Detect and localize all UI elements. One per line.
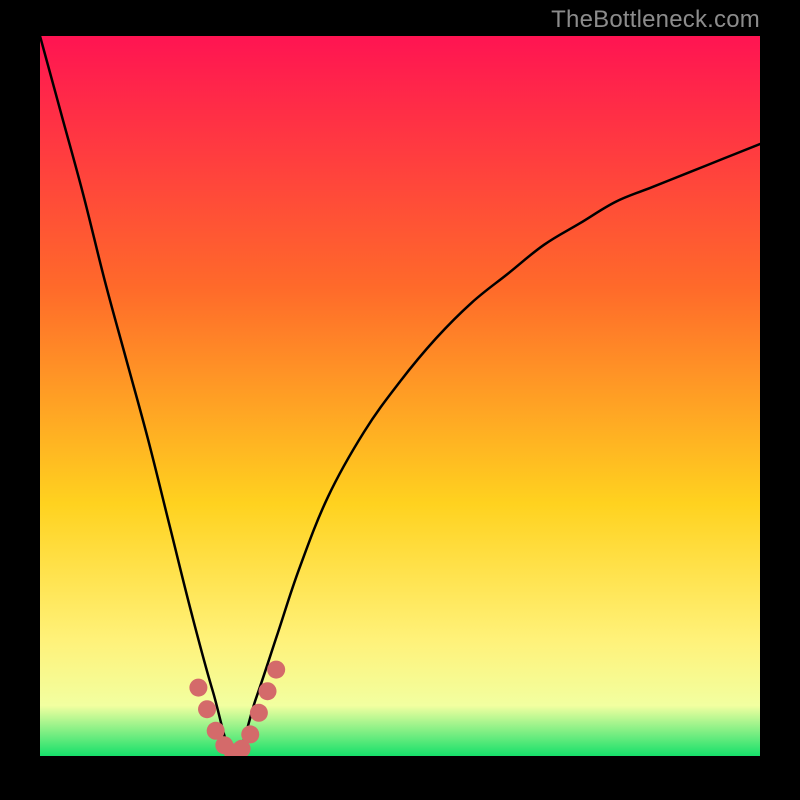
marker-dot — [189, 679, 207, 697]
marker-dot — [198, 700, 216, 718]
marker-layer — [40, 36, 760, 756]
outer-frame: TheBottleneck.com — [0, 0, 800, 800]
marker-dot — [241, 725, 259, 743]
plot-area — [40, 36, 760, 756]
marker-dot — [259, 682, 277, 700]
marker-dot — [250, 704, 268, 722]
bottom-markers — [189, 661, 285, 756]
marker-dot — [267, 661, 285, 679]
watermark-text: TheBottleneck.com — [551, 6, 760, 34]
